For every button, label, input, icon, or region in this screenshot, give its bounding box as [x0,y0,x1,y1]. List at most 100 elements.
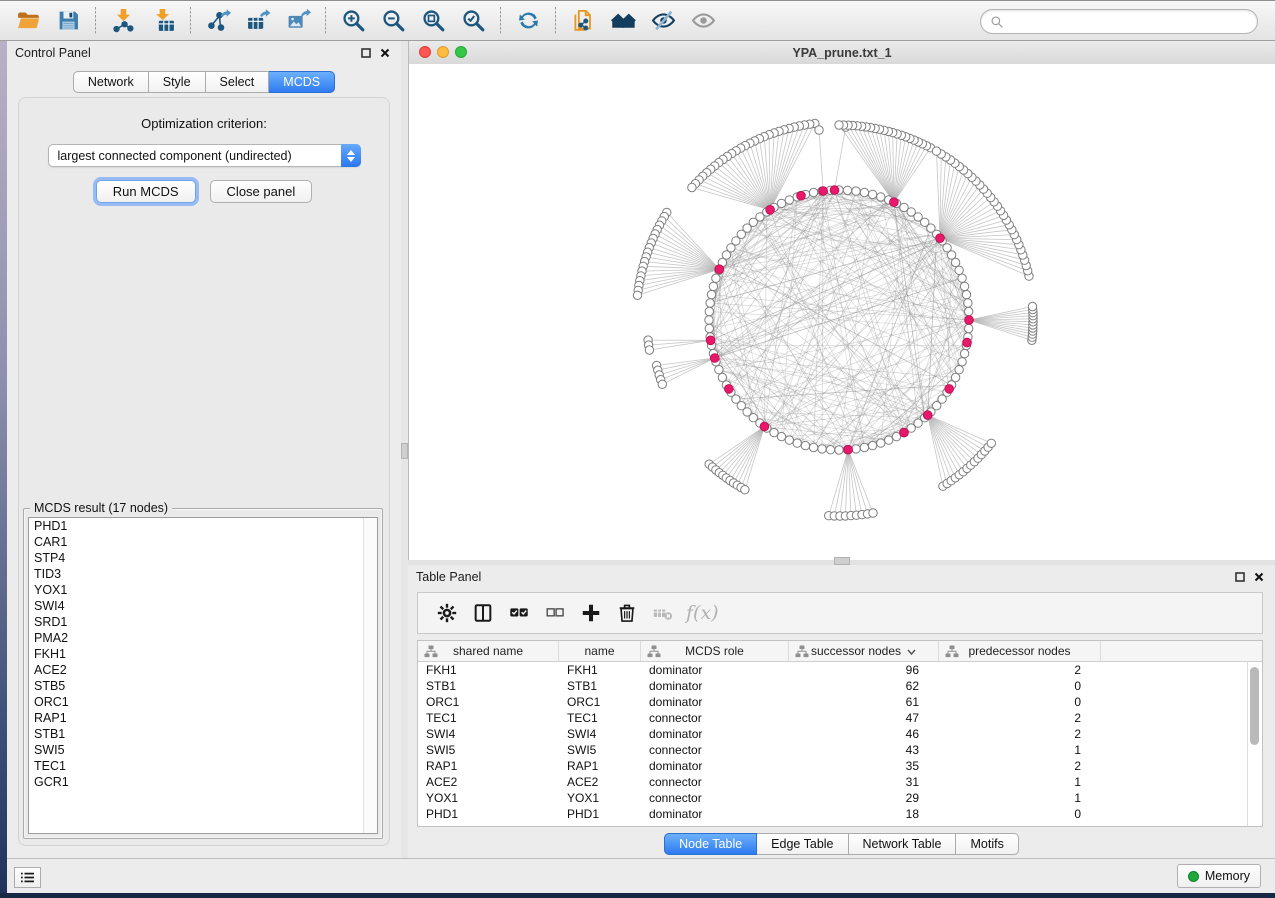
mcds-result-item[interactable]: ORC1 [29,694,377,710]
export-network-icon[interactable] [200,6,236,36]
close-panel-button[interactable]: Close panel [210,180,313,203]
mcds-result-item[interactable]: CAR1 [29,534,377,550]
horizontal-splitter-grip[interactable] [834,557,850,565]
column-header-name[interactable]: name [559,641,641,661]
delete-icon[interactable] [610,597,644,629]
mcds-result-item[interactable]: TEC1 [29,758,377,774]
add-column-icon[interactable] [574,597,608,629]
network-graph[interactable] [409,64,1275,563]
table-row[interactable]: YOX1YOX1connector291 [418,790,1262,806]
mcds-result-item[interactable]: PMA2 [29,630,377,646]
mcds-result-item[interactable]: SWI5 [29,742,377,758]
first-neighbors-icon[interactable] [605,6,641,36]
minimize-window-icon[interactable] [437,46,449,58]
zoom-fit-icon[interactable] [415,6,451,36]
import-network-icon[interactable] [105,6,141,36]
maximize-window-icon[interactable] [455,46,467,58]
table-row[interactable]: TEC1TEC1connector472 [418,710,1262,726]
export-image-icon[interactable] [280,6,316,36]
tab-edge-table[interactable]: Edge Table [757,833,848,855]
memory-button[interactable]: Memory [1177,864,1261,888]
mcds-result-item[interactable]: STP4 [29,550,377,566]
table-cell: 1 [939,791,1101,805]
memory-label: Memory [1205,869,1250,883]
select-all-icon[interactable] [502,597,536,629]
tab-network[interactable]: Network [73,71,149,93]
gear-icon[interactable] [430,597,464,629]
table-cell: dominator [641,727,789,741]
close-window-icon[interactable] [419,46,431,58]
close-table-panel-icon[interactable] [1251,569,1267,585]
mcds-result-item[interactable]: SWI4 [29,598,377,614]
network-canvas[interactable] [409,64,1275,563]
float-panel-icon[interactable] [358,45,374,61]
refresh-icon[interactable] [510,6,546,36]
optimization-criterion-select[interactable]: largest connected component (undirected) [48,144,361,167]
mcds-list-scrollbar[interactable] [363,518,377,833]
search-box[interactable] [980,9,1258,34]
table-cell: 43 [789,743,939,757]
mcds-result-item[interactable]: FKH1 [29,646,377,662]
table-row[interactable]: PHD1PHD1dominator180 [418,806,1262,822]
zoom-in-icon[interactable] [335,6,371,36]
deselect-all-icon[interactable] [538,597,572,629]
table-cell: 96 [789,663,939,677]
vertical-splitter[interactable] [401,41,408,858]
column-header-shared-name[interactable]: shared name [418,641,559,661]
mcds-result-item[interactable]: SRD1 [29,614,377,630]
tab-network-table[interactable]: Network Table [849,833,957,855]
run-mcds-button[interactable]: Run MCDS [96,180,196,203]
table-row[interactable]: ORC1ORC1dominator610 [418,694,1262,710]
table-row[interactable]: STB1STB1dominator620 [418,678,1262,694]
mcds-result-item[interactable]: RAP1 [29,710,377,726]
table-scrollbar-thumb[interactable] [1250,667,1259,745]
table-row[interactable]: ACE2ACE2connector311 [418,774,1262,790]
close-panel-icon[interactable] [377,45,393,61]
mcds-result-item[interactable]: PHD1 [29,518,377,534]
list-icon [21,871,34,884]
hide-selected-icon[interactable] [645,6,681,36]
tab-select[interactable]: Select [206,71,270,93]
tab-mcds[interactable]: MCDS [269,71,335,93]
vertical-splitter-grip[interactable] [401,443,408,459]
save-icon[interactable] [50,6,86,36]
task-history-button[interactable] [14,867,41,888]
table-scrollbar[interactable] [1247,662,1262,826]
table-row[interactable]: RAP1RAP1dominator352 [418,758,1262,774]
desktop-wallpaper-left [0,41,7,893]
column-header-successor-nodes[interactable]: successor nodes [789,641,939,661]
float-table-panel-icon[interactable] [1232,569,1248,585]
column-header-predecessor-nodes[interactable]: predecessor nodes [939,641,1101,661]
mcds-result-item[interactable]: YOX1 [29,582,377,598]
table-cell: dominator [641,807,789,821]
tab-style[interactable]: Style [149,71,206,93]
mcds-result-item[interactable]: STB5 [29,678,377,694]
columns-icon[interactable] [466,597,500,629]
export-table-icon[interactable] [240,6,276,36]
table-row[interactable]: SWI5SWI5connector431 [418,742,1262,758]
function-builder-icon: f(x) [682,602,723,624]
mcds-result-item[interactable]: STB1 [29,726,377,742]
table-row[interactable]: FKH1FKH1dominator962 [418,662,1262,678]
column-header-MCDS-role[interactable]: MCDS role [641,641,789,661]
table-cell: ACE2 [418,775,559,789]
zoom-out-icon[interactable] [375,6,411,36]
mcds-result-item[interactable]: ACE2 [29,662,377,678]
table-header: shared namenameMCDS rolesuccessor nodesp… [418,641,1262,662]
mcds-result-list[interactable]: PHD1CAR1STP4TID3YOX1SWI4SRD1PMA2FKH1ACE2… [28,517,378,834]
mcds-result-item[interactable]: TID3 [29,566,377,582]
tab-motifs[interactable]: Motifs [956,833,1018,855]
node-table[interactable]: shared namenameMCDS rolesuccessor nodesp… [417,640,1263,827]
zoom-selected-icon[interactable] [455,6,491,36]
tab-node-table[interactable]: Node Table [664,833,757,855]
new-network-from-selection-icon[interactable] [565,6,601,36]
open-file-icon[interactable] [10,6,46,36]
network-window-title: YPA_prune.txt_1 [792,46,891,60]
import-table-icon[interactable] [145,6,181,36]
network-window-titlebar[interactable]: YPA_prune.txt_1 [409,41,1275,65]
table-cell: connector [641,711,789,725]
table-row[interactable]: SWI4SWI4dominator462 [418,726,1262,742]
mcds-result-item[interactable]: GCR1 [29,774,377,790]
optimization-criterion-value: largest connected component (undirected) [49,149,292,163]
search-input[interactable] [1004,14,1248,30]
